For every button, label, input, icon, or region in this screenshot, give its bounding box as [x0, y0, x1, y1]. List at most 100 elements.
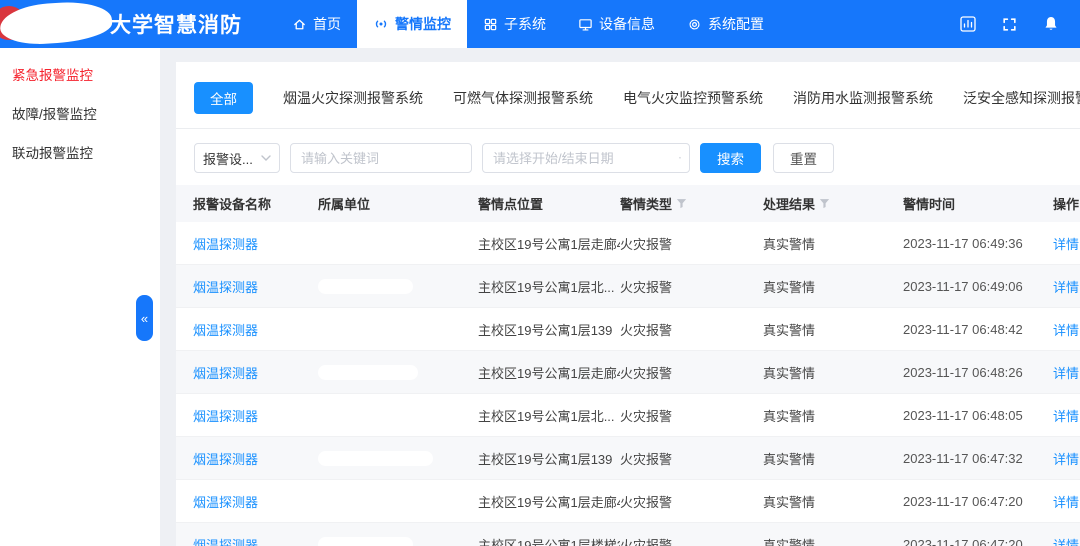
bell-icon[interactable]: [1042, 15, 1060, 33]
device-name-cell: 烟温探测器: [193, 363, 318, 382]
fullscreen-icon[interactable]: [1001, 16, 1018, 33]
tab-gas-system[interactable]: 可燃气体探测报警系统: [453, 88, 593, 108]
chevron-down-icon: [261, 154, 271, 162]
tab-all[interactable]: 全部: [194, 82, 253, 114]
result-cell: 真实警情: [763, 406, 903, 425]
location-cell: 主校区19号公寓1层走廊4: [478, 234, 620, 253]
grid-icon: [483, 17, 498, 32]
reset-button[interactable]: 重置: [773, 143, 834, 173]
main-nav: 首页 警情监控 子系统 设备信息 系统配置: [276, 0, 780, 48]
time-cell: 2023-11-17 06:47:20: [903, 537, 1053, 546]
system-tabs: 全部 烟温火灾探测报警系统 可燃气体探测报警系统 电气火灾监控预警系统 消防用水…: [176, 62, 1080, 129]
actions-cell: 详情 处理: [1053, 320, 1080, 339]
sidebar-collapse-button[interactable]: «: [136, 295, 153, 341]
device-name-link[interactable]: 烟温探测器: [193, 452, 258, 467]
collapse-chevrons-icon: «: [141, 311, 148, 326]
result-cell: 真实警情: [763, 234, 903, 253]
alarm-type-cell: 火灾报警: [620, 277, 763, 296]
filter-funnel-icon[interactable]: [819, 198, 830, 209]
location-cell: 主校区19号公寓1层139: [478, 449, 620, 468]
app-title: 大学智慧消防: [110, 9, 242, 39]
sidebar-item-linkage-alarm[interactable]: 联动报警监控: [0, 134, 160, 173]
table-body: 烟温探测器 主校区19号公寓1层走廊4 火灾报警 真实警情 2023-11-17…: [176, 222, 1080, 546]
date-range-input[interactable]: [483, 144, 679, 172]
detail-link[interactable]: 详情: [1053, 406, 1079, 425]
actions-cell: 详情 处理: [1053, 277, 1080, 296]
table-header-row: 报警设备名称 所属单位 警情点位置 警情类型 处理结果 警情时间 操作: [176, 185, 1080, 222]
sidebar-item-fault-alarm[interactable]: 故障/报警监控: [0, 95, 160, 134]
location-cell: 主校区19号公寓1层楼梯3: [478, 535, 620, 546]
search-button[interactable]: 搜索: [700, 143, 761, 173]
unit-cell: [318, 536, 478, 546]
result-cell: 真实警情: [763, 492, 903, 511]
detail-link[interactable]: 详情: [1053, 320, 1079, 339]
device-name-link[interactable]: 烟温探测器: [193, 323, 258, 338]
col-result: 处理结果: [763, 194, 903, 213]
nav-item-subsystems[interactable]: 子系统: [467, 0, 562, 48]
sidebar-item-emergency-alarm[interactable]: 紧急报警监控: [0, 56, 160, 95]
time-cell: 2023-11-17 06:49:06: [903, 279, 1053, 294]
alarm-table: 报警设备名称 所属单位 警情点位置 警情类型 处理结果 警情时间 操作 烟温探测…: [176, 185, 1080, 546]
nav-item-alarm-monitoring[interactable]: 警情监控: [357, 0, 467, 48]
filter-funnel-icon[interactable]: [676, 198, 687, 209]
col-actions: 操作: [1053, 194, 1080, 213]
device-name-link[interactable]: 烟温探测器: [193, 237, 258, 252]
device-name-cell: 烟温探测器: [193, 535, 318, 546]
alarm-type-cell: 火灾报警: [620, 234, 763, 253]
unit-redaction: [318, 537, 413, 546]
col-location: 警情点位置: [478, 194, 620, 213]
location-cell: 主校区19号公寓1层139: [478, 320, 620, 339]
detail-link[interactable]: 详情: [1053, 234, 1079, 253]
col-unit: 所属单位: [318, 194, 478, 213]
sidebar-item-label: 紧急报警监控: [12, 68, 93, 83]
time-cell: 2023-11-17 06:47:32: [903, 451, 1053, 466]
table-row: 烟温探测器 主校区19号公寓1层走廊4 火灾报警 真实警情 2023-11-17…: [176, 351, 1080, 394]
tab-pansafety-system[interactable]: 泛安全感知探测报警系统: [963, 88, 1080, 108]
alarm-type-cell: 火灾报警: [620, 363, 763, 382]
device-name-link[interactable]: 烟温探测器: [193, 538, 258, 546]
detail-link[interactable]: 详情: [1053, 277, 1079, 296]
device-name-link[interactable]: 烟温探测器: [193, 495, 258, 510]
location-cell: 主校区19号公寓1层走廊4: [478, 363, 620, 382]
tab-smoke-temp-system[interactable]: 烟温火灾探测报警系统: [283, 88, 423, 108]
date-range-picker[interactable]: [482, 143, 690, 173]
device-type-select[interactable]: 报警设...: [194, 143, 280, 173]
tab-electrical-system[interactable]: 电气火灾监控预警系统: [623, 88, 763, 108]
nav-item-label: 设备信息: [599, 14, 655, 34]
detail-link[interactable]: 详情: [1053, 363, 1079, 382]
unit-cell: [318, 407, 478, 423]
actions-cell: 详情 处理: [1053, 406, 1080, 425]
alarm-type-cell: 火灾报警: [620, 320, 763, 339]
location-cell: 主校区19号公寓1层走廊4: [478, 492, 620, 511]
result-cell: 真实警情: [763, 449, 903, 468]
location-cell: 主校区19号公寓1层北...: [478, 406, 620, 425]
device-name-link[interactable]: 烟温探测器: [193, 280, 258, 295]
calendar-icon: [679, 151, 681, 165]
chart-icon[interactable]: [959, 15, 977, 33]
actions-cell: 详情 处理: [1053, 449, 1080, 468]
tab-water-system[interactable]: 消防用水监测报警系统: [793, 88, 933, 108]
nav-item-home[interactable]: 首页: [276, 0, 357, 48]
device-name-link[interactable]: 烟温探测器: [193, 366, 258, 381]
table-row: 烟温探测器 主校区19号公寓1层北... 火灾报警 真实警情 2023-11-1…: [176, 394, 1080, 437]
detail-link[interactable]: 详情: [1053, 492, 1079, 511]
table-row: 烟温探测器 主校区19号公寓1层北... 火灾报警 真实警情 2023-11-1…: [176, 265, 1080, 308]
unit-redaction: [318, 365, 418, 380]
keyword-input[interactable]: [290, 143, 472, 173]
select-value: 报警设...: [203, 149, 253, 168]
broadcast-icon: [373, 16, 389, 32]
device-name-link[interactable]: 烟温探测器: [193, 409, 258, 424]
nav-item-label: 警情监控: [395, 14, 451, 34]
result-cell: 真实警情: [763, 363, 903, 382]
nav-item-system-config[interactable]: 系统配置: [671, 0, 780, 48]
nav-item-device-info[interactable]: 设备信息: [562, 0, 671, 48]
home-icon: [292, 17, 307, 32]
col-device-name: 报警设备名称: [193, 194, 318, 213]
unit-cell: [318, 278, 478, 294]
actions-cell: 详情 处理: [1053, 492, 1080, 511]
location-cell: 主校区19号公寓1层北...: [478, 277, 620, 296]
detail-link[interactable]: 详情: [1053, 535, 1079, 546]
top-navbar: 大学智慧消防 首页 警情监控 子系统 设备信息 系统配置: [0, 0, 1080, 48]
monitor-icon: [578, 17, 593, 32]
detail-link[interactable]: 详情: [1053, 449, 1079, 468]
